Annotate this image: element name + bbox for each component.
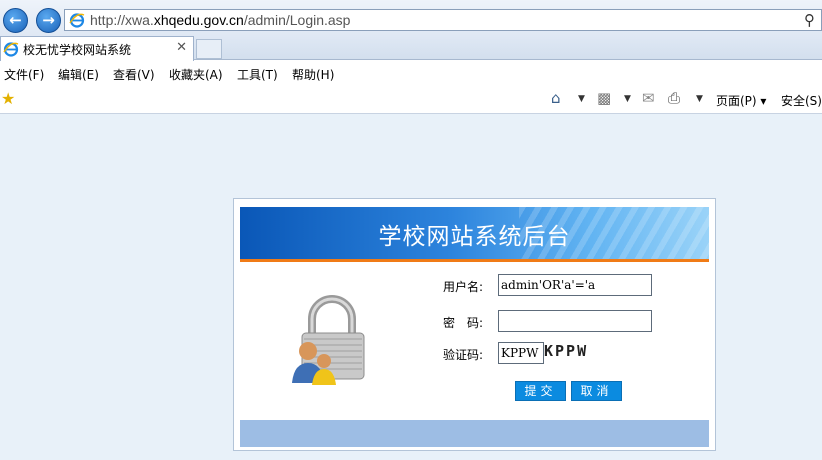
tab-strip: 校无忧学校网站系统 ✕ xyxy=(0,36,822,61)
panel-footer xyxy=(240,420,709,447)
address-row: ← → http://xwa.xhqedu.gov.cn/admin/Login… xyxy=(0,0,822,36)
home-icon[interactable]: ⌂ xyxy=(551,89,561,107)
browser-chrome: ← → http://xwa.xhqedu.gov.cn/admin/Login… xyxy=(0,0,822,114)
mail-icon[interactable]: ✉ xyxy=(642,89,655,107)
username-label: 用户名: xyxy=(443,280,484,294)
ie-tab-icon xyxy=(3,42,19,57)
print-dropdown-icon[interactable]: ▼ xyxy=(696,94,703,104)
url-domain: xhqedu.gov.cn xyxy=(153,12,244,28)
address-bar[interactable]: http://xwa.xhqedu.gov.cn/admin/Login.asp… xyxy=(64,9,822,31)
print-icon[interactable]: ⎙ xyxy=(668,89,680,107)
accent-divider xyxy=(240,259,709,262)
menu-view[interactable]: 查看(V) xyxy=(113,66,155,83)
submit-button[interactable]: 提交 xyxy=(515,381,566,401)
tab-title: 校无忧学校网站系统 xyxy=(23,43,132,57)
menu-tools[interactable]: 工具(T) xyxy=(237,66,278,83)
url-prefix: http://xwa. xyxy=(90,12,154,28)
username-input[interactable]: admin'OR'a'='a xyxy=(498,274,652,296)
feeds-dropdown-icon[interactable]: ▼ xyxy=(624,94,631,104)
lock-users-icon xyxy=(292,295,365,385)
safety-menu[interactable]: 安全(S) xyxy=(781,92,822,109)
page-title: 学校网站系统后台 xyxy=(378,224,571,250)
search-icon[interactable]: ⚲ xyxy=(804,11,815,29)
forward-button[interactable]: → xyxy=(36,8,61,33)
close-tab-icon[interactable]: ✕ xyxy=(176,40,187,55)
tab-active[interactable]: 校无忧学校网站系统 ✕ xyxy=(0,36,194,61)
menu-favorites[interactable]: 收藏夹(A) xyxy=(169,66,223,83)
password-input[interactable] xyxy=(498,310,652,332)
back-button[interactable]: ← xyxy=(3,8,28,33)
captcha-input[interactable]: KPPW xyxy=(498,342,544,364)
page-menu[interactable]: 页面(P) ▾ xyxy=(716,92,766,109)
login-panel: 学校网站系统后台 用户名: admin'OR'a'='a 密 码: 验证码: K… xyxy=(233,198,716,451)
home-dropdown-icon[interactable]: ▼ xyxy=(578,94,585,104)
menu-bar: 文件(F) 编辑(E) 查看(V) 收藏夹(A) 工具(T) 帮助(H) xyxy=(0,61,822,85)
url-path: /admin/Login.asp xyxy=(243,12,351,28)
login-banner: 学校网站系统后台 xyxy=(240,207,709,259)
menu-file[interactable]: 文件(F) xyxy=(4,66,44,83)
command-bar: ★ ⌂ ▼ ▩ ▼ ✉ ⎙ ▼ 页面(P) ▾ 安全(S) xyxy=(0,86,822,114)
feeds-icon[interactable]: ▩ xyxy=(597,89,611,107)
url-text: http://xwa.xhqedu.gov.cn/admin/Login.asp xyxy=(90,12,350,28)
menu-edit[interactable]: 编辑(E) xyxy=(58,66,99,83)
captcha-label: 验证码: xyxy=(443,348,484,362)
ie-icon xyxy=(69,13,85,28)
cancel-button[interactable]: 取消 xyxy=(571,381,622,401)
new-tab-button[interactable] xyxy=(196,39,222,59)
menu-help[interactable]: 帮助(H) xyxy=(292,66,334,83)
captcha-image[interactable]: KPPW xyxy=(544,342,588,360)
add-favorites-icon[interactable]: ★ xyxy=(1,89,15,108)
page-menu-label: 页面(P) xyxy=(716,94,757,108)
password-label: 密 码: xyxy=(443,316,484,330)
